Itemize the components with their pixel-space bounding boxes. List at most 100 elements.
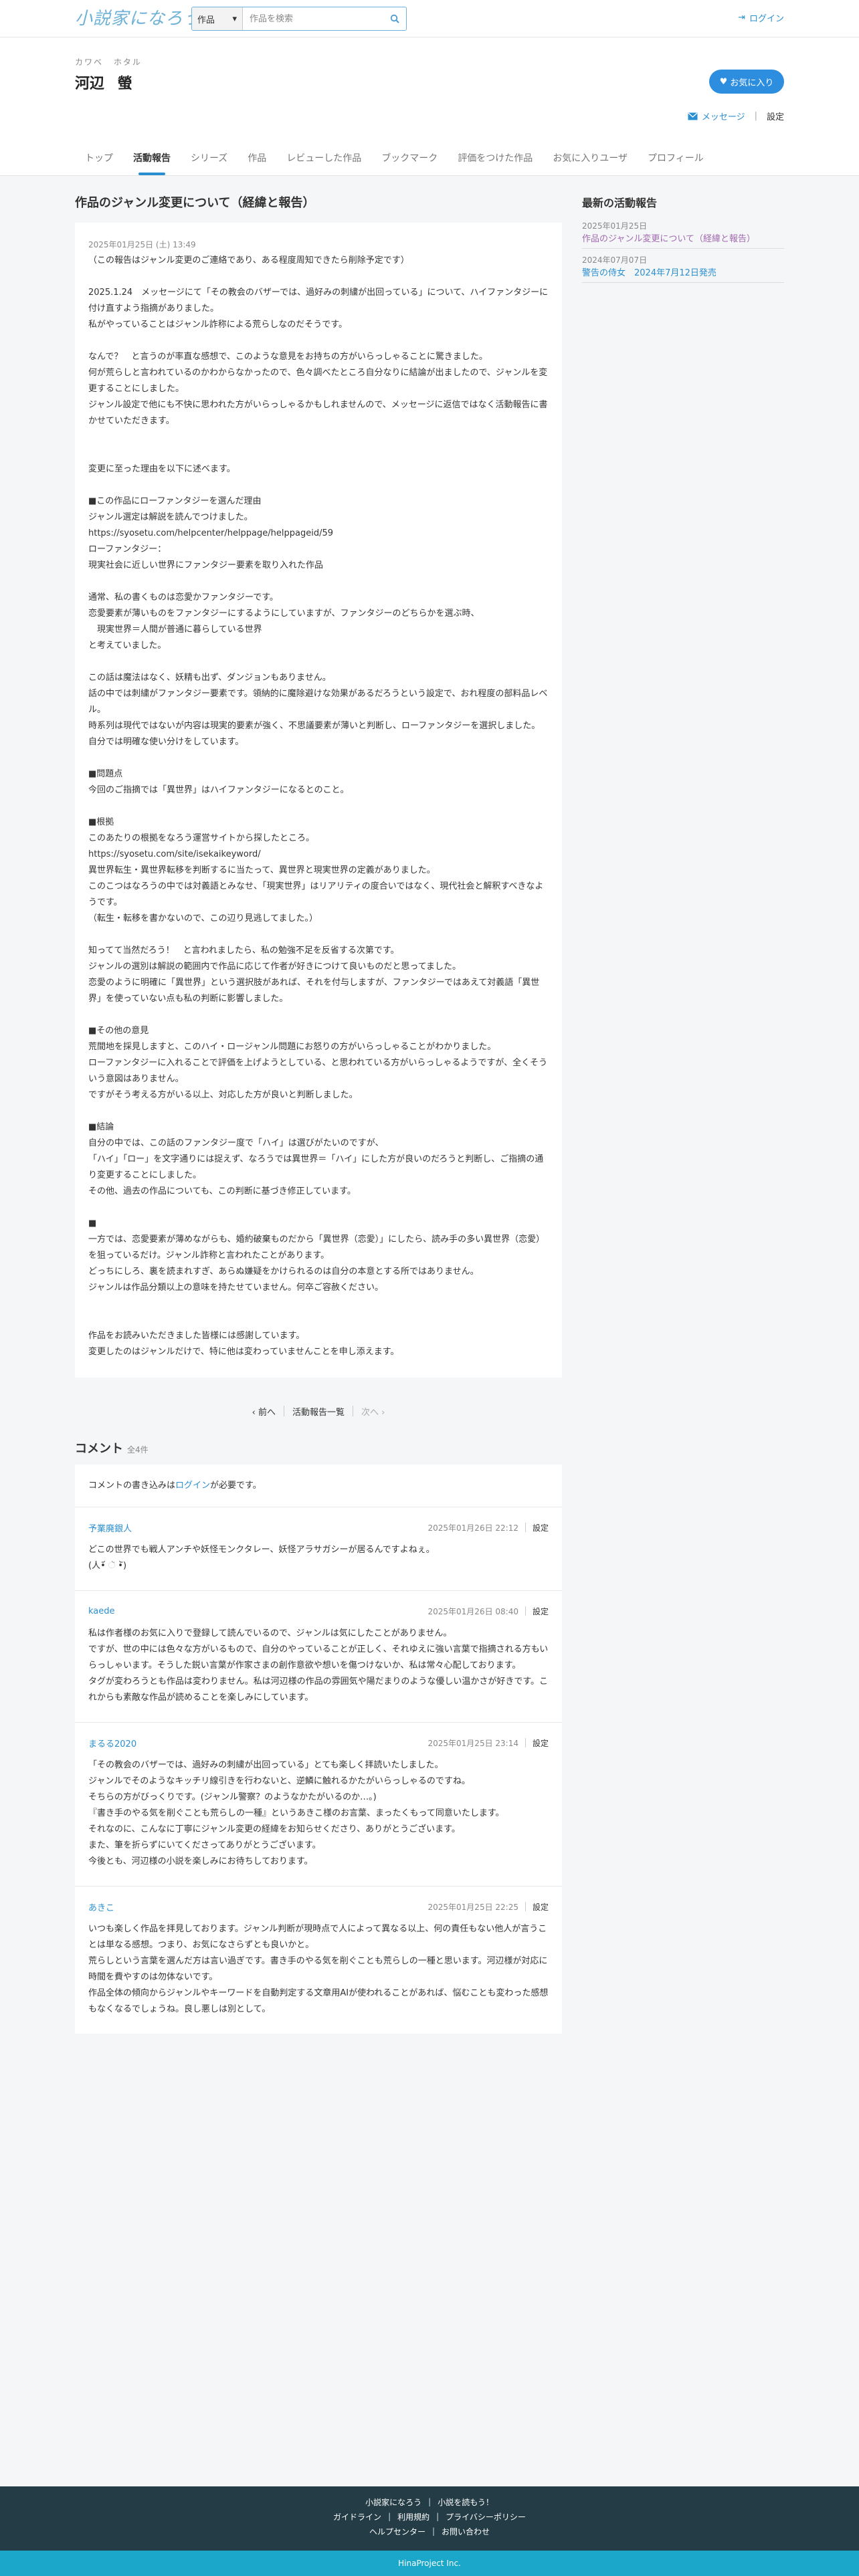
- user-header: カワベ ホタル 河辺 螢 ♥ お気に入り メッセージ | 設定: [75, 56, 784, 136]
- comment-item: 予業廃銀人 2025年01月26日 22:12 設定 どこの世界でも戦人アンチや…: [75, 1507, 562, 1591]
- login-required-notice: コメントの書き込みはログインが必要です。: [75, 1465, 562, 1507]
- comment-body: どこの世界でも戦人アンチや妖怪モンクタレー、妖怪アラサガシーが居るんですよねぇ。…: [88, 1545, 435, 1571]
- sidebar-title: 最新の活動報告: [582, 197, 658, 209]
- footer-link-contact[interactable]: お問い合わせ: [442, 2526, 490, 2537]
- tab-activity[interactable]: 活動報告: [123, 147, 181, 175]
- comment-body: 私は作者様のお気に入りで登録して読んでいるので、ジャンルは気にしたことがありませ…: [88, 1628, 549, 1703]
- divider: [524, 1738, 526, 1747]
- tab-profile[interactable]: プロフィール: [638, 147, 714, 175]
- prev-label: 前へ: [258, 1407, 276, 1418]
- main-column: 作品のジャンル変更について（経緯と報告） 2025年01月25日 (土) 13:…: [75, 192, 562, 2034]
- divider: |: [428, 2497, 432, 2506]
- user-settings-link[interactable]: 設定: [767, 110, 784, 122]
- tab-favorite-users[interactable]: お気に入りユーザ: [543, 147, 638, 175]
- report-article: 2025年01月25日 (土) 13:49 （この報告はジャンル変更のご連絡であ…: [75, 223, 562, 1378]
- user-kana: カワベ ホタル: [75, 58, 142, 67]
- comment-author[interactable]: 予業廃銀人: [88, 1521, 132, 1534]
- sidebar: 最新の活動報告 2025年01月25日 作品のジャンル変更について（経緯と報告）…: [582, 192, 784, 283]
- tab-bookmarks[interactable]: ブックマーク: [371, 147, 448, 175]
- copyright: HinaProject Inc.: [0, 2551, 859, 2576]
- message-link[interactable]: メッセージ: [688, 110, 745, 122]
- user-name: 河辺 螢: [75, 76, 132, 92]
- envelope-icon: [688, 112, 698, 120]
- comment-date: 2025年01月26日 08:40: [427, 1606, 518, 1616]
- divider: |: [754, 111, 757, 121]
- next-label: 次へ: [361, 1407, 379, 1418]
- search-input[interactable]: [243, 7, 383, 30]
- report-date: 2025年01月25日 (土) 13:49: [88, 240, 196, 249]
- favorite-label: お気に入り: [730, 78, 774, 88]
- sidebar-report-item: 2024年07月07日 警告の侍女 2024年7月12日発売: [582, 249, 784, 283]
- prev-report-link[interactable]: ‹ 前へ: [244, 1405, 284, 1418]
- site-logo[interactable]: 小説家になろう: [75, 7, 201, 29]
- comment-settings-link[interactable]: 設定: [533, 1901, 549, 1913]
- add-favorite-button[interactable]: ♥ お気に入り: [709, 70, 784, 94]
- next-report-link: 次へ ›: [353, 1405, 393, 1418]
- content-area: 作品のジャンル変更について（経緯と報告） 2025年01月25日 (土) 13:…: [0, 176, 859, 2486]
- comment-item: まるる2020 2025年01月25日 23:14 設定 「その教会のバザーでは…: [75, 1723, 562, 1887]
- comment-body: 「その教会のバザーでは、過好みの刺繍が出回っている」とても楽しく拝読いたしました…: [88, 1760, 504, 1866]
- login-link[interactable]: ⇥ ログイン: [738, 11, 784, 24]
- tab-works[interactable]: 作品: [237, 147, 276, 175]
- sidebar-report-date: 2024年07月07日: [582, 255, 648, 265]
- search-bar: 作品 ▾: [191, 7, 407, 31]
- sidebar-report-link[interactable]: 作品のジャンル変更について（経緯と報告）: [582, 234, 755, 244]
- comment-author[interactable]: あきこ: [88, 1901, 114, 1913]
- report-pager: ‹ 前へ 活動報告一覧 次へ ›: [75, 1398, 562, 1424]
- site-footer: 小説家になろう | 小説を読もう！ ガイドライン | 利用規約 | プライバシー…: [0, 2486, 859, 2551]
- report-body: （この報告はジャンル変更のご連絡であり、ある程度周知できたら削除予定です） 20…: [88, 255, 549, 1357]
- footer-link-syosetu[interactable]: 小説家になろう: [365, 2496, 421, 2508]
- footer-link-guideline[interactable]: ガイドライン: [333, 2511, 381, 2523]
- comment-item: kaede 2025年01月26日 08:40 設定 私は作者様のお気に入りで登…: [75, 1591, 562, 1723]
- divider: |: [432, 2527, 436, 2536]
- tab-rated[interactable]: 評価をつけた作品: [448, 147, 543, 175]
- comments-title: コメント: [75, 1442, 123, 1456]
- search-type-select[interactable]: 作品 ▾: [192, 7, 243, 30]
- divider: |: [436, 2512, 440, 2521]
- comment-author[interactable]: kaede: [88, 1606, 115, 1616]
- footer-link-help[interactable]: ヘルプセンター: [369, 2526, 425, 2537]
- footer-link-terms[interactable]: 利用規約: [397, 2511, 430, 2523]
- login-icon: ⇥: [738, 13, 745, 23]
- tab-top[interactable]: トップ: [75, 147, 123, 175]
- comment-date: 2025年01月26日 22:12: [427, 1523, 518, 1533]
- user-tabs: トップ 活動報告 シリーズ 作品 レビューした作品 ブックマーク 評価をつけた作…: [75, 147, 784, 175]
- comment-item: あきこ 2025年01月25日 22:25 設定 いつも楽しく作品を拝見しており…: [75, 1887, 562, 2034]
- tab-series[interactable]: シリーズ: [181, 147, 237, 175]
- comment-body: いつも楽しく作品を拝見しております。ジャンル判断が現時点で人によって異なる以上、…: [88, 1924, 549, 2014]
- login-label: ログイン: [749, 14, 784, 24]
- comment-settings-link[interactable]: 設定: [533, 1737, 549, 1749]
- user-links: メッセージ | 設定: [688, 110, 784, 122]
- chevron-down-icon: ▾: [232, 13, 237, 24]
- chevron-left-icon: ‹: [252, 1407, 256, 1418]
- divider: |: [388, 2512, 391, 2521]
- comment-date: 2025年01月25日 23:14: [427, 1738, 518, 1748]
- comment-settings-link[interactable]: 設定: [533, 1606, 549, 1617]
- comment-date: 2025年01月25日 22:25: [427, 1902, 518, 1912]
- comment-login-link[interactable]: ログイン: [175, 1481, 210, 1491]
- search-type-value: 作品: [197, 15, 215, 25]
- logo-text: 小説家になろう: [75, 9, 202, 29]
- sidebar-report-item: 2025年01月25日 作品のジャンル変更について（経緯と報告）: [582, 215, 784, 249]
- divider: [524, 1523, 526, 1532]
- comments-heading: コメント 全4件: [75, 1438, 562, 1461]
- footer-link-privacy[interactable]: プライバシーポリシー: [446, 2511, 526, 2523]
- search-button[interactable]: [383, 7, 406, 30]
- tab-reviewed[interactable]: レビューした作品: [276, 147, 371, 175]
- report-list-link[interactable]: 活動報告一覧: [284, 1405, 353, 1418]
- report-title: 作品のジャンル変更について（経緯と報告）: [75, 196, 315, 210]
- site-header: 小説家になろう 作品 ▾ ⇥ ログイン: [0, 0, 859, 37]
- divider: [524, 1606, 526, 1616]
- comment-author[interactable]: まるる2020: [88, 1737, 136, 1749]
- sidebar-report-link[interactable]: 警告の侍女 2024年7月12日発売: [582, 268, 717, 278]
- divider: [524, 1902, 526, 1911]
- footer-link-yomou[interactable]: 小説を読もう！: [438, 2496, 494, 2508]
- notice-text: コメントの書き込みは: [88, 1481, 176, 1491]
- comments-list: コメントの書き込みはログインが必要です。 予業廃銀人 2025年01月26日 2…: [75, 1465, 562, 2034]
- message-label: メッセージ: [701, 112, 745, 122]
- chevron-right-icon: ›: [381, 1407, 385, 1418]
- search-icon: [390, 14, 399, 23]
- sidebar-report-date: 2025年01月25日: [582, 221, 648, 231]
- notice-text: が必要です。: [210, 1481, 262, 1491]
- comment-settings-link[interactable]: 設定: [533, 1522, 549, 1533]
